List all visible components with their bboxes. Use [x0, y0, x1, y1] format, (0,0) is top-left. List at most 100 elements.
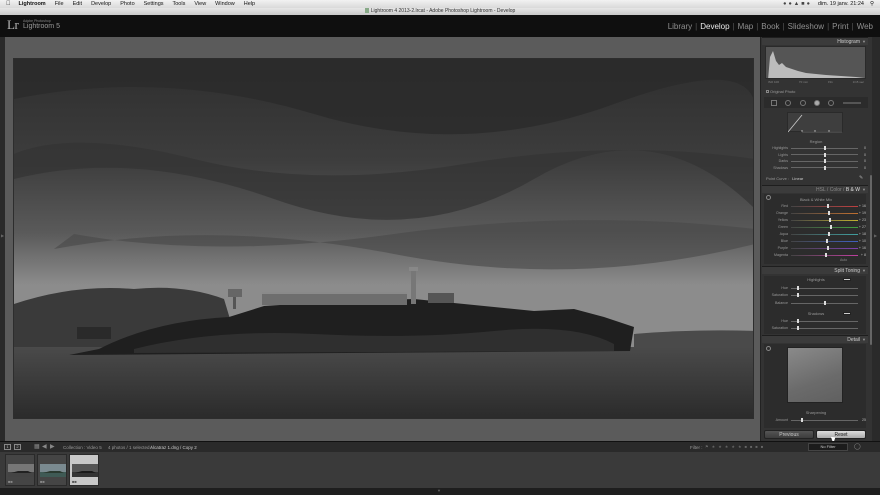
slider-green[interactable]: Green + 27: [766, 224, 866, 230]
color-label-icon[interactable]: ■: [755, 444, 757, 449]
slider-track[interactable]: [791, 212, 858, 214]
slider-knob[interactable]: [828, 218, 831, 222]
slider-knob[interactable]: [796, 319, 799, 323]
slider-knob[interactable]: [823, 146, 826, 150]
collapse-triangle-icon[interactable]: ▼: [862, 186, 866, 194]
histogram-header[interactable]: Histogram ▼: [762, 37, 868, 45]
slider-track[interactable]: [791, 247, 858, 249]
slider-value[interactable]: 0: [856, 165, 866, 171]
spotlight-icon[interactable]: ⚲: [870, 1, 874, 7]
color-label-icon[interactable]: ■: [745, 444, 747, 449]
slider-value[interactable]: + 16: [856, 245, 866, 251]
tone-curve-graph[interactable]: [787, 112, 843, 133]
menu-tools[interactable]: Tools: [173, 1, 186, 7]
menu-develop[interactable]: Develop: [91, 1, 111, 7]
detail-header[interactable]: Detail ▼: [762, 335, 868, 343]
menu-help[interactable]: Help: [244, 1, 255, 7]
slider-knob[interactable]: [830, 225, 833, 229]
auto-bw-button[interactable]: Auto: [840, 258, 847, 262]
radial-filter-icon[interactable]: [828, 99, 835, 106]
slider-knob[interactable]: [828, 211, 831, 215]
slider-knob[interactable]: [823, 159, 826, 163]
slider-track[interactable]: [791, 240, 858, 242]
tab-hsl[interactable]: HSL: [816, 187, 826, 193]
slider-value[interactable]: 0: [856, 152, 866, 158]
menu-photo[interactable]: Photo: [120, 1, 134, 7]
collapse-triangle-icon[interactable]: ▼: [862, 267, 866, 275]
slider-magenta[interactable]: Magenta + 8: [766, 252, 866, 258]
slider-value[interactable]: 0: [856, 145, 866, 151]
slider-knob[interactable]: [826, 204, 829, 208]
star-icon[interactable]: ★: [712, 444, 716, 449]
slider-knob[interactable]: [824, 253, 827, 257]
filmstrip-thumbnail-selected[interactable]: ■■: [69, 454, 99, 486]
status-icons[interactable]: ●●▲■●: [783, 1, 812, 7]
histogram[interactable]: [765, 46, 866, 79]
slider-knob[interactable]: [801, 418, 804, 422]
slider-lights[interactable]: Lights 0: [766, 152, 866, 158]
detail-preview[interactable]: [787, 347, 843, 403]
slider-track[interactable]: [791, 294, 858, 296]
slider-shadows[interactable]: Shadows 0: [766, 165, 866, 171]
slider-value[interactable]: + 16: [856, 203, 866, 209]
slider-purple[interactable]: Purple + 16: [766, 245, 866, 251]
slider-track[interactable]: [791, 226, 858, 228]
menubar-clock[interactable]: dim. 19 janv. 21:24: [818, 1, 864, 7]
slider-knob[interactable]: [823, 152, 826, 157]
original-photo-toggle[interactable]: Original Photo: [766, 89, 795, 94]
slider-orange[interactable]: Orange + 19: [766, 210, 866, 216]
slider-value[interactable]: 25: [856, 417, 866, 423]
graduated-filter-icon[interactable]: [814, 99, 821, 106]
module-library[interactable]: Library: [665, 22, 695, 31]
menu-file[interactable]: File: [55, 1, 64, 7]
adjustment-brush-icon[interactable]: [842, 101, 861, 104]
tab-color[interactable]: Color: [830, 187, 842, 193]
edit-point-curve-icon[interactable]: ✎: [859, 175, 863, 181]
spot-removal-icon[interactable]: [785, 99, 792, 106]
star-icon[interactable]: ★: [725, 444, 729, 449]
collapse-triangle-icon[interactable]: ▼: [862, 336, 866, 344]
grid-view-icon[interactable]: ▦: [34, 444, 40, 450]
collection-source[interactable]: Collection : Video 5: [63, 445, 102, 450]
collapse-triangle-icon[interactable]: ▼: [862, 38, 866, 46]
module-map[interactable]: Map: [735, 22, 757, 31]
highlights-color-swatch[interactable]: [843, 278, 851, 281]
menu-view[interactable]: View: [194, 1, 206, 7]
slider-value[interactable]: + 10: [856, 238, 866, 244]
filmstrip-thumbnail[interactable]: ■■: [5, 454, 35, 486]
slider-knob[interactable]: [827, 232, 830, 236]
previous-button[interactable]: Previous: [764, 430, 814, 439]
apple-icon[interactable]: : [6, 1, 11, 7]
menu-window[interactable]: Window: [215, 1, 235, 7]
menu-edit[interactable]: Edit: [73, 1, 82, 7]
hsl-header[interactable]: HSL / Color / B & W ▼: [762, 185, 868, 193]
filter-preset-select[interactable]: No Filter: [808, 443, 848, 451]
module-print[interactable]: Print: [829, 22, 851, 31]
forward-arrow-icon[interactable]: ▶: [50, 444, 55, 450]
flag-icon[interactable]: ⚑: [705, 444, 709, 449]
slider-hue[interactable]: Hue: [766, 285, 866, 291]
reset-button[interactable]: Reset: [816, 430, 866, 439]
slider-hue[interactable]: Hue: [766, 318, 866, 324]
color-label-icon[interactable]: ■: [750, 444, 752, 449]
right-panel-toggle[interactable]: ▶: [872, 37, 880, 441]
rating-filter[interactable]: ⚑ ★ ★ ★ ★ ★ ■ ■ ■ ■: [705, 444, 763, 449]
main-photo[interactable]: [13, 58, 754, 419]
secondary-monitor-button[interactable]: 2: [14, 444, 21, 450]
star-icon[interactable]: ★: [731, 444, 735, 449]
slider-knob[interactable]: [796, 286, 799, 290]
slider-knob[interactable]: [825, 239, 828, 243]
lock-icon[interactable]: ◯: [854, 444, 861, 450]
module-book[interactable]: Book: [758, 22, 782, 31]
slider-value[interactable]: + 23: [856, 217, 866, 223]
module-develop[interactable]: Develop: [697, 22, 732, 31]
slider-yellow[interactable]: Yellow + 23: [766, 217, 866, 223]
red-eye-icon[interactable]: [799, 99, 806, 106]
menu-settings[interactable]: Settings: [144, 1, 164, 7]
shadows-color-swatch[interactable]: [843, 312, 851, 315]
slider-blue[interactable]: Blue + 10: [766, 238, 866, 244]
slider-track[interactable]: [791, 233, 858, 235]
module-slideshow[interactable]: Slideshow: [785, 22, 827, 31]
color-label-icon[interactable]: ■: [761, 444, 763, 449]
slider-darks[interactable]: Darks 0: [766, 158, 866, 164]
